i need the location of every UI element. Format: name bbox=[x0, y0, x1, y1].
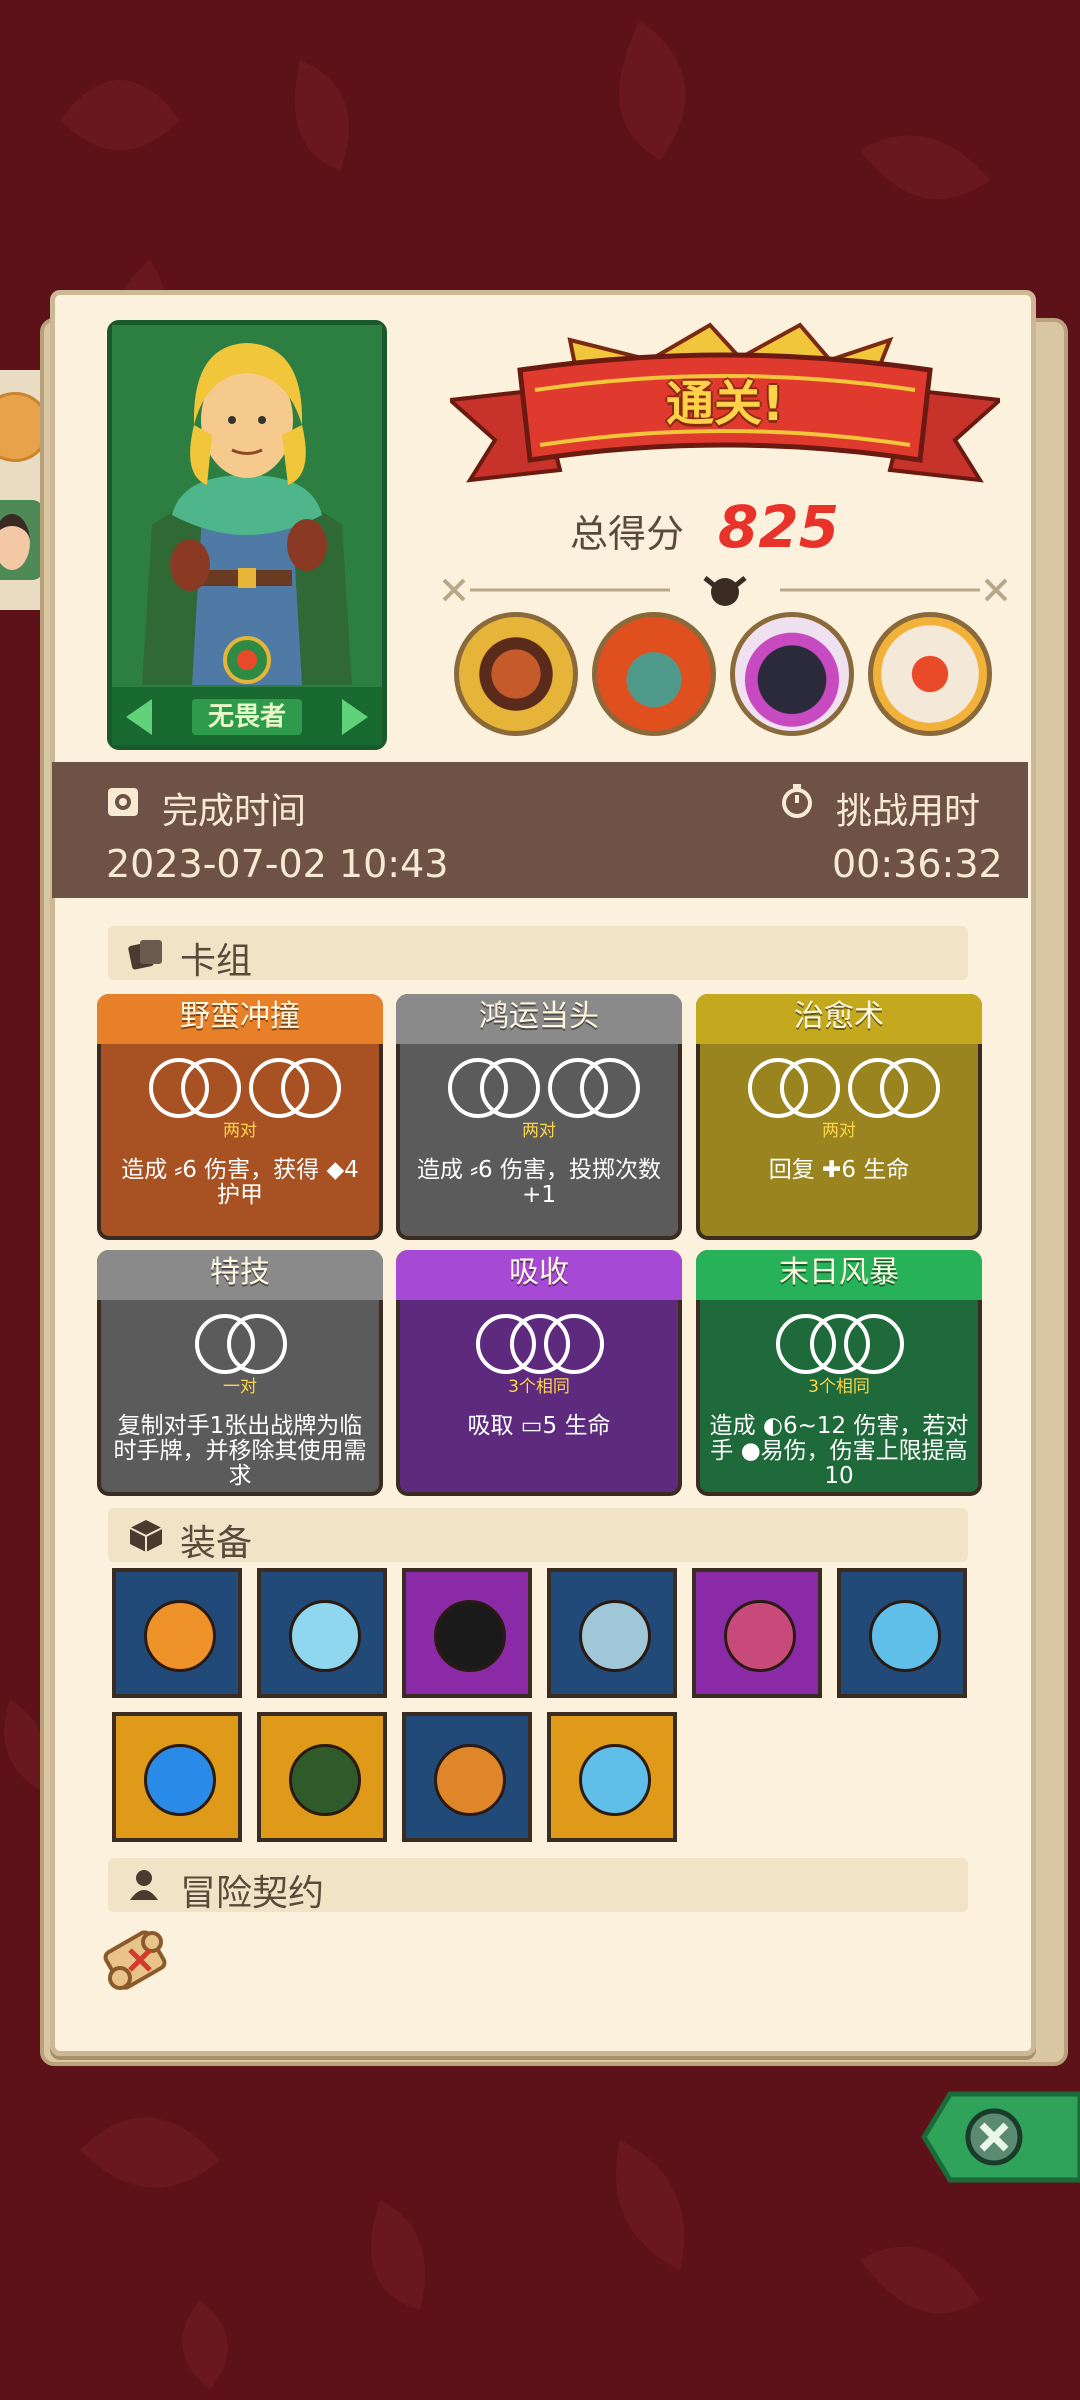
card-title: 治愈术 bbox=[696, 994, 982, 1044]
equipment-title: 装备 bbox=[180, 1523, 253, 1564]
character-avatar[interactable] bbox=[0, 500, 44, 580]
victory-banner: 通关! bbox=[445, 320, 1005, 490]
card-combo-label: 3个相同 bbox=[508, 1377, 570, 1397]
ice-shield-icon[interactable] bbox=[547, 1712, 677, 1842]
score-value: 825 bbox=[718, 493, 840, 561]
water-orb-icon[interactable] bbox=[112, 1712, 242, 1842]
deck-card[interactable]: 治愈术两对回复 ✚6 生命 bbox=[696, 994, 982, 1240]
deck-section-header: 卡组 bbox=[108, 926, 968, 982]
prev-hero-arrow-icon[interactable] bbox=[126, 699, 152, 735]
card-combo-label: 两对 bbox=[223, 1121, 257, 1141]
deck-card[interactable]: 鸿运当头两对造成 ⸗6 伤害，投掷次数 +1 bbox=[396, 994, 682, 1240]
close-icon bbox=[921, 2091, 1080, 2183]
card-description: 造成 ◐6~12 伤害，若对手 ●易伤，伤害上限提高10 bbox=[709, 1413, 969, 1489]
dagger-icon[interactable] bbox=[692, 1568, 822, 1698]
card-description: 回复 ✚6 生命 bbox=[768, 1157, 910, 1183]
cards-icon bbox=[128, 940, 162, 970]
hero-portrait: 无畏者 bbox=[107, 320, 387, 750]
card-combo-label: 一对 bbox=[223, 1377, 257, 1397]
crystal-icon[interactable] bbox=[257, 1568, 387, 1698]
green-horn-icon[interactable] bbox=[257, 1712, 387, 1842]
challenge-time-label: 挑战用时 bbox=[836, 791, 981, 832]
deck-title: 卡组 bbox=[180, 941, 253, 982]
card-description: 吸取 ▭5 生命 bbox=[467, 1413, 611, 1439]
axe-icon[interactable] bbox=[547, 1568, 677, 1698]
contract-title: 冒险契约 bbox=[180, 1873, 325, 1914]
shattered-rune-icon[interactable] bbox=[402, 1568, 532, 1698]
card-title: 野蛮冲撞 bbox=[97, 994, 383, 1044]
contract-scroll-icon[interactable] bbox=[100, 1920, 180, 2000]
card-title: 特技 bbox=[97, 1250, 383, 1300]
deck-card[interactable]: 野蛮冲撞两对造成 ⸗6 伤害，获得 ◆4 护甲 bbox=[97, 994, 383, 1240]
person-icon bbox=[130, 1870, 158, 1900]
hero-name-bar: 无畏者 bbox=[112, 687, 382, 745]
ornament-divider bbox=[442, 576, 1008, 606]
card-title: 鸿运当头 bbox=[396, 994, 682, 1044]
lightning-orb-icon[interactable] bbox=[112, 1568, 242, 1698]
card-combo-label: 两对 bbox=[522, 1121, 556, 1141]
contract-section-header: 冒险契约 bbox=[108, 1858, 968, 1914]
close-button[interactable] bbox=[920, 2090, 1080, 2184]
boss-dark-beast-icon bbox=[730, 612, 854, 736]
card-combo-label: 3个相同 bbox=[808, 1377, 870, 1397]
card-title: 末日风暴 bbox=[696, 1250, 982, 1300]
sprout-pot-icon[interactable] bbox=[402, 1712, 532, 1842]
victory-title: 通关! bbox=[666, 376, 784, 432]
stopwatch-icon bbox=[782, 784, 812, 818]
time-info-bar: 完成时间 2023-07-02 10:43 挑战用时 00:36:32 bbox=[52, 762, 1028, 898]
score-label: 总得分 bbox=[570, 512, 685, 556]
calendar-icon bbox=[108, 788, 138, 816]
challenge-time-value: 00:36:32 bbox=[832, 842, 1003, 886]
card-description: 复制对手1张出战牌为临时手牌，并移除其使用需求 bbox=[113, 1413, 367, 1489]
deck-card[interactable]: 特技一对复制对手1张出战牌为临时手牌，并移除其使用需求 bbox=[97, 1250, 383, 1496]
boss-fire-ogre-icon bbox=[592, 612, 716, 736]
deck-card[interactable]: 吸收 3个相同吸取 ▭5 生命 bbox=[396, 1250, 682, 1496]
ice-crown-icon[interactable] bbox=[837, 1568, 967, 1698]
card-title: 吸收 bbox=[396, 1250, 682, 1300]
card-description: 造成 ⸗6 伤害，投掷次数 +1 bbox=[417, 1157, 661, 1208]
next-hero-arrow-icon[interactable] bbox=[342, 699, 368, 735]
card-combo-label: 两对 bbox=[822, 1121, 856, 1141]
deck-card[interactable]: 末日风暴 3个相同造成 ◐6~12 伤害，若对手 ●易伤，伤害上限提高10 bbox=[696, 1250, 982, 1496]
hero-name: 无畏者 bbox=[192, 699, 302, 735]
hero-illustration bbox=[112, 325, 382, 685]
finish-time-value: 2023-07-02 10:43 bbox=[106, 842, 449, 886]
finish-time-label: 完成时间 bbox=[162, 791, 307, 832]
equipment-section-header: 装备 bbox=[108, 1508, 968, 1564]
boss-cyclops-icon bbox=[454, 612, 578, 736]
box-icon bbox=[129, 1520, 163, 1552]
card-description: 造成 ⸗6 伤害，获得 ◆4 护甲 bbox=[121, 1157, 359, 1208]
boss-demon-mask-icon bbox=[868, 612, 992, 736]
